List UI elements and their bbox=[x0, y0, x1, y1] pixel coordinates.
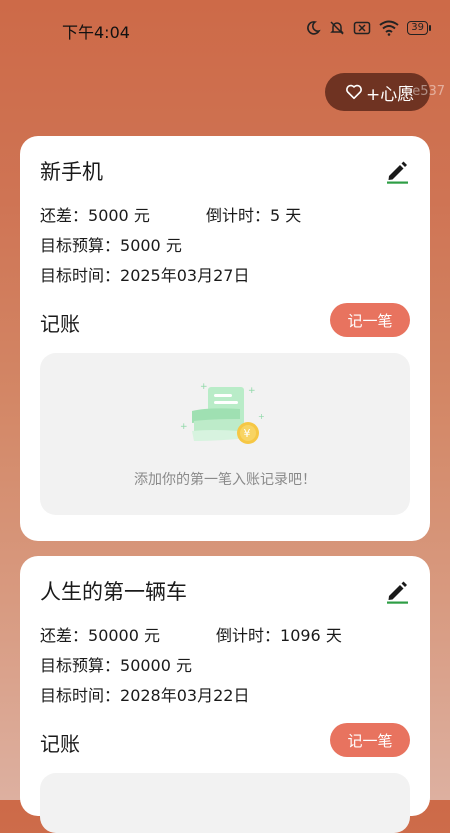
edit-icon[interactable] bbox=[384, 578, 410, 604]
battery-icon: 39 bbox=[407, 21, 431, 35]
svg-text:¥: ¥ bbox=[244, 427, 251, 440]
mute-bell-icon bbox=[330, 21, 345, 35]
budget-row: 目标预算：50000 元 bbox=[40, 652, 192, 676]
wish-card: 新手机 还差：5000 元 倒计时：5 天 目标预算：5000 元 目标时间：2… bbox=[20, 136, 430, 541]
record-button[interactable]: 记一笔 bbox=[330, 303, 410, 337]
date-row: 目标时间：2025年03月27日 bbox=[40, 262, 249, 286]
gap-value: 5000 元 bbox=[88, 206, 150, 225]
gap-row: 还差：5000 元 bbox=[40, 202, 150, 226]
svg-text:+: + bbox=[258, 412, 265, 421]
countdown-label: 倒计时： bbox=[216, 626, 281, 645]
date-row: 目标时间：2028年03月22日 bbox=[40, 682, 249, 706]
budget-row: 目标预算：5000 元 bbox=[40, 232, 182, 256]
heart-icon bbox=[346, 84, 362, 100]
wish-title: 人生的第一辆车 bbox=[40, 580, 187, 604]
gap-value: 50000 元 bbox=[88, 626, 161, 645]
empty-ledger-icon: + + + + ¥ bbox=[180, 382, 265, 444]
edit-icon[interactable] bbox=[384, 158, 410, 184]
svg-text:+: + bbox=[180, 422, 188, 432]
countdown-row: 倒计时：5 天 bbox=[206, 202, 301, 226]
date-value: 2025年03月27日 bbox=[120, 266, 250, 285]
budget-label: 目标预算： bbox=[40, 236, 121, 255]
status-icons: 39 bbox=[305, 20, 431, 36]
date-value: 2028年03月22日 bbox=[120, 686, 250, 705]
overlay-ghost-text: be537 bbox=[404, 84, 446, 99]
date-label: 目标时间： bbox=[40, 266, 121, 285]
record-button[interactable]: 记一笔 bbox=[330, 723, 410, 757]
countdown-row: 倒计时：1096 天 bbox=[216, 622, 342, 646]
countdown-value: 5 天 bbox=[270, 206, 302, 225]
gap-label: 还差： bbox=[40, 626, 89, 645]
empty-ledger-text: 添加你的第一笔入账记录吧！ bbox=[134, 472, 316, 488]
svg-text:+: + bbox=[248, 386, 256, 396]
date-label: 目标时间： bbox=[40, 686, 121, 705]
ledger-area bbox=[40, 773, 410, 833]
svg-text:+: + bbox=[200, 382, 208, 392]
gap-row: 还差：50000 元 bbox=[40, 622, 160, 646]
budget-value: 50000 元 bbox=[120, 656, 193, 675]
moon-icon bbox=[307, 21, 321, 35]
wish-title: 新手机 bbox=[40, 160, 103, 184]
status-time: 下午4:04 bbox=[62, 23, 130, 42]
budget-value: 5000 元 bbox=[120, 236, 182, 255]
sim-off-icon bbox=[354, 21, 371, 35]
gap-label: 还差： bbox=[40, 206, 89, 225]
empty-ledger: + + + + ¥ 添加你的第一笔入账记录吧！ bbox=[40, 353, 410, 515]
countdown-label: 倒计时： bbox=[206, 206, 271, 225]
wifi-icon bbox=[379, 20, 399, 36]
status-bar: 下午4:04 39 bbox=[0, 0, 450, 58]
ledger-title: 记账 bbox=[40, 312, 80, 336]
countdown-value: 1096 天 bbox=[280, 626, 342, 645]
budget-label: 目标预算： bbox=[40, 656, 121, 675]
ledger-title: 记账 bbox=[40, 732, 80, 756]
wish-card: 人生的第一辆车 还差：50000 元 倒计时：1096 天 目标预算：50000… bbox=[20, 556, 430, 833]
